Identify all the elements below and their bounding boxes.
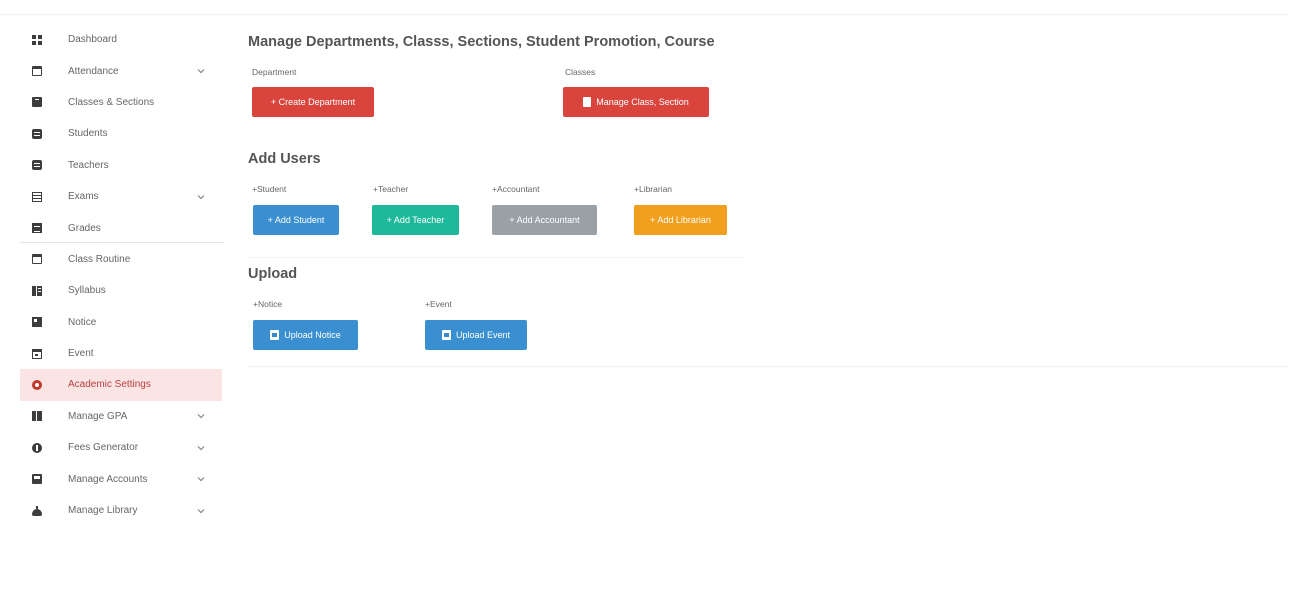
librarian-label: +Librarian bbox=[634, 184, 673, 194]
sidebar-item-label: Academic Settings bbox=[68, 379, 151, 391]
chevron-down-icon bbox=[197, 445, 205, 451]
add-student-button-label: + Add Student bbox=[267, 215, 325, 225]
student-label: +Student bbox=[252, 184, 287, 194]
content-divider bbox=[248, 366, 1288, 367]
manage-class-section-button[interactable]: Manage Class, Section bbox=[563, 87, 709, 117]
sidebar-divider bbox=[20, 242, 224, 243]
add-teacher-button[interactable]: + Add Teacher bbox=[372, 205, 459, 235]
sidebar-item-label: Notice bbox=[68, 316, 97, 328]
calendar-icon bbox=[20, 254, 48, 265]
sidebar-item-label: Students bbox=[68, 128, 108, 140]
sidebar-item-label: Attendance bbox=[68, 65, 119, 77]
upload-heading: Upload bbox=[248, 266, 298, 282]
id-card-icon bbox=[20, 160, 48, 171]
event-calendar-icon bbox=[20, 348, 48, 359]
upload-notice-button-label: Upload Notice bbox=[284, 330, 341, 340]
bullhorn-icon bbox=[20, 317, 48, 328]
sidebar-item-syllabus[interactable]: Syllabus bbox=[20, 275, 222, 306]
create-department-button[interactable]: + Create Department bbox=[252, 87, 374, 117]
sidebar-item-students[interactable]: Students bbox=[20, 118, 222, 149]
teacher-label: +Teacher bbox=[373, 184, 409, 194]
sidebar-item-dashboard[interactable]: Dashboard bbox=[20, 24, 222, 55]
sidebar-item-class-routine[interactable]: Class Routine bbox=[20, 244, 222, 275]
top-divider bbox=[0, 14, 1290, 15]
chevron-down-icon bbox=[197, 508, 205, 513]
notice-label: +Notice bbox=[253, 299, 283, 309]
id-card-icon bbox=[20, 128, 48, 139]
accountant-label: +Accountant bbox=[492, 184, 540, 194]
classes-label: Classes bbox=[565, 67, 596, 77]
sidebar-item-classes-sections[interactable]: Classes & Sections bbox=[20, 87, 222, 118]
manage-class-section-button-label: Manage Class, Section bbox=[596, 97, 689, 107]
sidebar-item-label: Manage Library bbox=[68, 505, 138, 517]
sidebar-item-label: Classes & Sections bbox=[68, 96, 155, 108]
sidebar-item-label: Dashboard bbox=[68, 34, 117, 46]
sidebar-item-attendance[interactable]: Attendance bbox=[20, 55, 222, 86]
add-librarian-button-label: + Add Librarian bbox=[650, 215, 711, 225]
add-users-heading: Add Users bbox=[248, 151, 321, 167]
sidebar-item-notice[interactable]: Notice bbox=[20, 307, 222, 338]
sidebar-item-academic-settings[interactable]: Academic Settings bbox=[20, 369, 222, 401]
sidebar-item-label: Grades bbox=[68, 222, 101, 234]
table-icon bbox=[20, 191, 48, 202]
chevron-down-icon bbox=[197, 194, 205, 199]
dashboard-icon bbox=[20, 34, 48, 45]
sidebar-item-label: Teachers bbox=[68, 159, 109, 171]
chevron-down-icon bbox=[197, 477, 205, 482]
sidebar-item-manage-accounts[interactable]: Manage Accounts bbox=[20, 463, 222, 494]
file-icon bbox=[583, 97, 592, 107]
sidebar-item-label: Fees Generator bbox=[68, 442, 139, 454]
fees-icon bbox=[20, 442, 48, 453]
upload-notice-button[interactable]: Upload Notice bbox=[253, 320, 358, 350]
add-accountant-button[interactable]: + Add Accountant bbox=[492, 205, 597, 235]
sidebar-item-manage-gpa[interactable]: Manage GPA bbox=[20, 401, 222, 432]
sidebar: Dashboard Attendance Classes & Sections … bbox=[20, 24, 224, 526]
sidebar-item-manage-library[interactable]: Manage Library bbox=[20, 495, 222, 526]
document-icon bbox=[20, 223, 48, 234]
sidebar-item-label: Syllabus bbox=[68, 285, 106, 297]
upload-event-button-label: Upload Event bbox=[455, 330, 511, 340]
calendar-icon bbox=[270, 330, 280, 340]
library-icon bbox=[20, 505, 48, 516]
add-librarian-button[interactable]: + Add Librarian bbox=[634, 205, 727, 235]
add-accountant-button-label: + Add Accountant bbox=[509, 215, 580, 225]
gear-icon bbox=[20, 379, 48, 390]
sidebar-item-label: Manage Accounts bbox=[68, 473, 148, 485]
add-teacher-button-label: + Add Teacher bbox=[386, 215, 445, 225]
add-users-panel bbox=[248, 150, 744, 258]
sidebar-item-label: Manage GPA bbox=[68, 410, 128, 422]
sidebar-item-label: Class Routine bbox=[68, 253, 131, 265]
gpa-icon bbox=[20, 411, 48, 422]
chevron-down-icon bbox=[197, 414, 205, 419]
event-label: +Event bbox=[425, 299, 452, 309]
sidebar-item-grades[interactable]: Grades bbox=[20, 212, 222, 243]
sidebar-item-teachers[interactable]: Teachers bbox=[20, 150, 222, 181]
sidebar-item-label: Event bbox=[68, 348, 94, 360]
chevron-down-icon bbox=[197, 69, 205, 74]
calendar-icon bbox=[20, 66, 48, 77]
film-icon bbox=[20, 285, 48, 296]
upload-event-button[interactable]: Upload Event bbox=[425, 320, 527, 350]
accounts-icon bbox=[20, 474, 48, 485]
add-student-button[interactable]: + Add Student bbox=[253, 205, 339, 235]
sidebar-item-label: Exams bbox=[68, 191, 99, 203]
page-title: Manage Departments, Classs, Sections, St… bbox=[248, 34, 715, 50]
book-icon bbox=[20, 97, 48, 108]
department-label: Department bbox=[252, 67, 297, 77]
sidebar-item-exams[interactable]: Exams bbox=[20, 181, 222, 212]
calendar-icon bbox=[441, 330, 451, 340]
sidebar-item-event[interactable]: Event bbox=[20, 338, 222, 369]
sidebar-item-fees-generator[interactable]: Fees Generator bbox=[20, 432, 222, 463]
create-department-button-label: + Create Department bbox=[270, 97, 356, 107]
